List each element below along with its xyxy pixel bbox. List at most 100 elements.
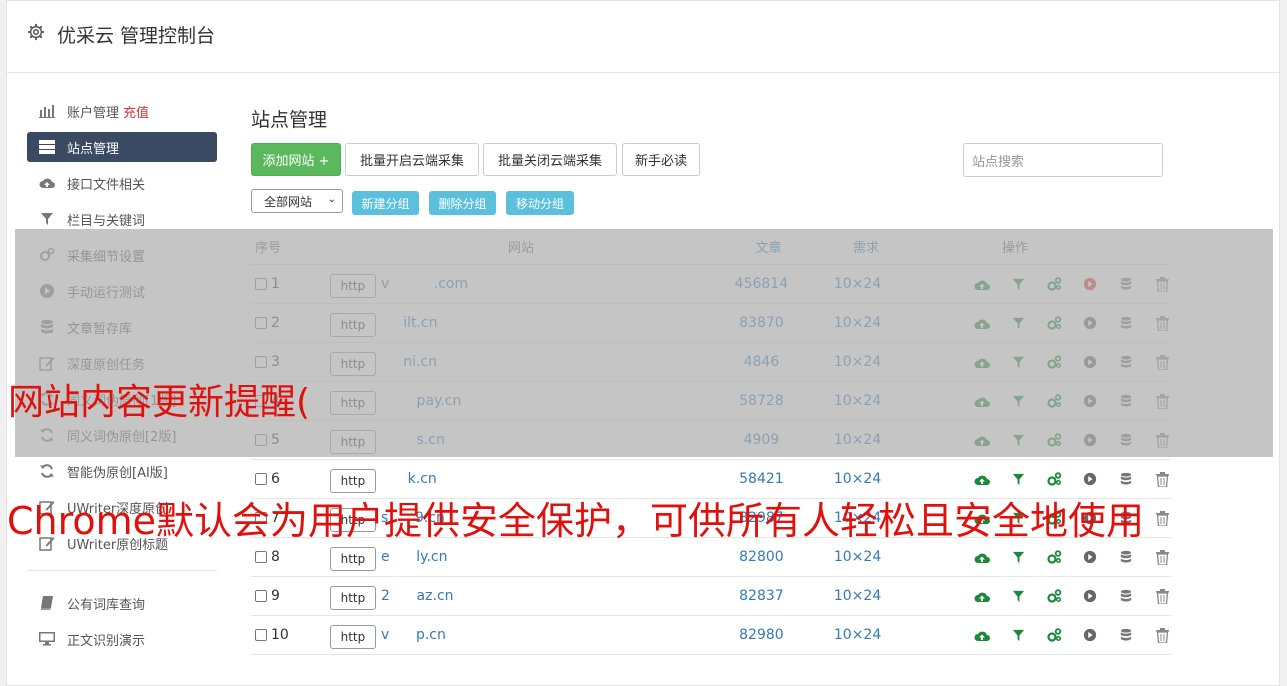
move-group-button[interactable]: 移动分组 <box>506 191 574 215</box>
sidebar-item-label: 站点管理 <box>67 141 120 157</box>
sidebar-item-label: 账户管理 <box>67 105 120 121</box>
sidebar-item-label: 栏目与关键词 <box>67 213 146 229</box>
bar-chart-icon <box>39 103 55 119</box>
row-index: 10 <box>251 627 330 643</box>
newbie-guide-button[interactable]: 新手必读 <box>622 143 700 176</box>
trash-icon[interactable] <box>1153 587 1171 605</box>
sidebar-item-label: 接口文件相关 <box>67 177 146 193</box>
protocol-badge[interactable]: http <box>329 586 376 610</box>
row-checkbox[interactable] <box>255 473 267 485</box>
sidebar-item-10[interactable]: 智能伪原创[AI版] <box>27 453 217 489</box>
add-site-button[interactable]: 添加网站 + <box>251 143 341 176</box>
page-header-title: 优采云 管理控制台 <box>57 25 216 47</box>
filter-icon <box>39 211 55 227</box>
play-circle-icon[interactable] <box>1081 587 1099 605</box>
trash-icon[interactable] <box>1153 626 1171 644</box>
sidebar-divider <box>27 570 217 571</box>
demand-link[interactable]: 10×24 <box>818 627 897 643</box>
row-checkbox[interactable] <box>255 629 267 641</box>
cogs-icon[interactable] <box>1045 470 1063 488</box>
database-icon[interactable] <box>1117 587 1135 605</box>
demand-link[interactable]: 10×24 <box>818 549 897 565</box>
page-title: 站点管理 <box>251 109 328 131</box>
row-actions <box>897 548 1171 566</box>
cogs-icon[interactable] <box>1045 548 1063 566</box>
header: 优采云 管理控制台 <box>7 1 1279 73</box>
row-checkbox[interactable] <box>255 590 267 602</box>
sidebar-item-b1[interactable]: 正文识别演示 <box>27 621 217 657</box>
book-icon <box>39 595 55 611</box>
row-checkbox[interactable] <box>255 551 267 563</box>
protocol-badge[interactable]: http <box>329 547 376 571</box>
row-site: http k.cn <box>329 465 705 493</box>
sidebar-item-1[interactable]: 站点管理 <box>27 132 217 162</box>
row-index: 6 <box>251 471 330 487</box>
cloud-upload-icon <box>39 175 55 191</box>
new-group-button[interactable]: 新建分组 <box>352 191 419 215</box>
filter-icon[interactable] <box>1009 626 1027 644</box>
cloud-upload-icon[interactable] <box>973 548 991 566</box>
watermark-line-2: Chrome默认会为用户提供安全保护，可供所有人轻松且安全地使用 <box>7 499 1145 543</box>
row-number: 6 <box>271 471 280 487</box>
site-link[interactable]: 2 az.cn <box>381 588 454 604</box>
gear-icon <box>27 23 45 41</box>
refresh-icon <box>39 463 55 479</box>
row-site: http 2 az.cn <box>329 582 705 610</box>
protocol-badge[interactable]: http <box>329 625 376 649</box>
play-circle-icon[interactable] <box>1081 626 1099 644</box>
row-actions <box>897 470 1171 488</box>
database-icon[interactable] <box>1117 548 1135 566</box>
trash-icon[interactable] <box>1153 509 1171 527</box>
sidebar-item-label: 正文识别演示 <box>67 633 146 649</box>
row-site: http v p.cn <box>329 621 705 649</box>
site-link[interactable]: v p.cn <box>381 627 446 643</box>
site-link[interactable]: e ly.cn <box>381 549 448 565</box>
demand-link[interactable]: 10×24 <box>818 471 897 487</box>
site-search-input[interactable]: 站点搜索 <box>963 143 1163 177</box>
row-actions <box>897 626 1171 644</box>
article-count-link[interactable]: 82800 <box>705 549 818 565</box>
cloud-upload-icon[interactable] <box>973 470 991 488</box>
database-icon[interactable] <box>1117 626 1135 644</box>
filter-icon[interactable] <box>1009 470 1027 488</box>
sidebar-item-0[interactable]: 账户管理 充值 <box>27 93 217 129</box>
demand-link[interactable]: 10×24 <box>818 588 897 604</box>
row-number: 10 <box>271 627 289 643</box>
batch-disable-button[interactable]: 批量关闭云端采集 <box>483 143 617 176</box>
row-index: 8 <box>251 549 330 565</box>
row-index: 9 <box>251 588 330 604</box>
sidebar-item-2[interactable]: 接口文件相关 <box>27 165 217 201</box>
trash-icon[interactable] <box>1153 470 1171 488</box>
group-select-value: 全部网站 <box>264 194 313 209</box>
row-number: 8 <box>271 549 280 565</box>
batch-enable-button[interactable]: 批量开启云端采集 <box>345 143 479 176</box>
server-icon <box>39 139 55 155</box>
delete-group-button[interactable]: 删除分组 <box>429 191 496 215</box>
cloud-upload-icon[interactable] <box>973 626 991 644</box>
article-count-link[interactable]: 58421 <box>705 471 818 487</box>
table-row: 9 http 2 az.cn 82837 10×24 <box>251 577 1171 616</box>
table-row: 10 http v p.cn 82980 10×24 <box>251 616 1171 655</box>
sidebar-item-label: 公有词库查询 <box>67 597 146 613</box>
filter-icon[interactable] <box>1009 548 1027 566</box>
row-number: 9 <box>271 588 280 604</box>
trash-icon[interactable] <box>1153 548 1171 566</box>
database-icon[interactable] <box>1117 470 1135 488</box>
sidebar-item-b0[interactable]: 公有词库查询 <box>27 585 217 621</box>
play-circle-icon[interactable] <box>1081 470 1099 488</box>
monitor-icon <box>39 631 55 647</box>
cogs-icon[interactable] <box>1045 626 1063 644</box>
chevron-down-icon: ⌄ <box>327 194 336 205</box>
filter-icon[interactable] <box>1009 587 1027 605</box>
watermark-line-1: 网站内容更新提醒( <box>8 382 311 423</box>
cogs-icon[interactable] <box>1045 587 1063 605</box>
sidebar-item-label: 智能伪原创[AI版] <box>67 465 168 481</box>
cloud-upload-icon[interactable] <box>973 587 991 605</box>
group-select[interactable]: 全部网站 ⌄ <box>251 189 343 213</box>
row-site: http e ly.cn <box>329 543 705 571</box>
recharge-link[interactable]: 充值 <box>123 102 149 121</box>
site-link[interactable]: k.cn <box>381 471 437 487</box>
play-circle-icon[interactable] <box>1081 548 1099 566</box>
article-count-link[interactable]: 82837 <box>705 588 818 604</box>
article-count-link[interactable]: 82980 <box>705 627 818 643</box>
